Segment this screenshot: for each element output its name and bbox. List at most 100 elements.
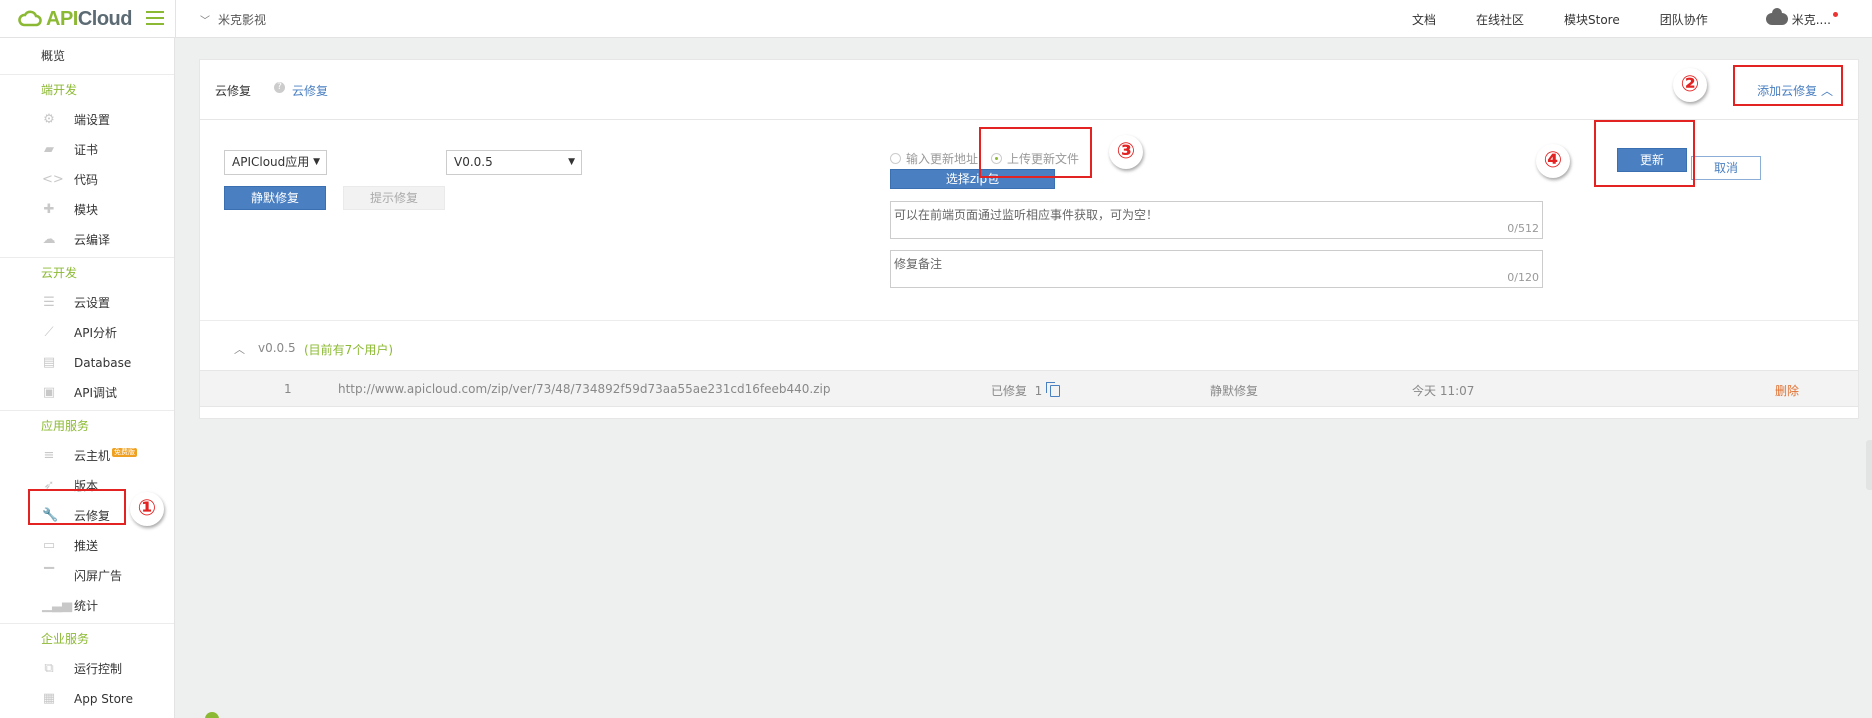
sidebar-group-enterprise: 企业服务 ⧉ 运行控制 ▦ App Store [0,624,174,716]
cloud-fix-panel: 云修复 ? 云修复 添加云修复 ︿ APICloud应用 ▼ V0.0.5 ▼ 静默… [199,59,1859,419]
sidebar-item-label: 统计 [74,599,99,613]
sidebar-item-splash-ads[interactable]: ▔ 闪屏广告 [0,561,174,591]
sidebar-item-cloud-host[interactable]: ≡ 云主机 免费版 [0,441,174,471]
sidebar-group-cloud: 云开发 ☰ 云设置 ⟋ API分析 ▤ Database ▣ API调试 [0,258,174,411]
billboard-icon: ▔ [44,568,54,583]
sidebar-item-cloud-compile[interactable]: ☁ 云编译 [0,225,174,255]
fix-time: 今天 11:07 [1412,384,1475,398]
radio-circle [890,153,901,164]
radio-label: 输入更新地址 [906,152,979,166]
sidebar-item-label: 云主机 [74,449,111,463]
nav-module-store[interactable]: 模块Store [1564,11,1620,28]
delete-link[interactable]: 删除 [1775,382,1799,399]
sidebar-item-database[interactable]: ▤ Database [0,348,174,378]
sidebar-item-stats[interactable]: ▁▃▅ 统计 [0,591,174,621]
copy-icon[interactable] [1046,382,1061,397]
debug-icon: ▣ [42,385,56,400]
sidebar-group-title: 端开发 [41,83,78,97]
sidebar-group-client: 端开发 ⚙ 端设置 ▰ 证书 <> 代码 ✚ 模块 ☁ 云编译 [0,75,174,258]
page-title: 云修复 [215,84,252,98]
help-link[interactable]: 云修复 [292,82,328,99]
nav-team[interactable]: 团队协作 [1660,11,1708,28]
app-switcher[interactable]: ﹀ 米克影视 [200,11,266,28]
cancel-button[interactable]: 取消 [1691,156,1761,180]
version-user-count: (目前有7个用户) [304,343,393,357]
description-counter: 0/512 [1507,222,1539,235]
user-menu[interactable]: 米克.... [1765,8,1838,28]
sidebar-group-title: 企业服务 [41,632,90,646]
description-placeholder: 可以在前端页面通过监听相应事件获取，可为空！ [894,208,1159,222]
app-name: 米克影视 [218,13,267,27]
caret-down-icon: ▼ [313,157,320,167]
chevron-down-icon: ﹀ [200,16,210,27]
database-icon: ▤ [42,355,56,370]
code-icon: <> [42,172,64,187]
user-cloud-icon [1765,8,1788,25]
cloud-icon: ☁ [42,232,56,247]
note-textarea[interactable]: 修复备注 0/120 [890,250,1543,288]
sidebar-item-code[interactable]: <> 代码 [0,165,174,195]
note-counter: 0/120 [1507,271,1539,284]
nav-docs[interactable]: 文档 [1412,11,1436,28]
sidebar-item-overview[interactable]: 概览 [0,38,174,75]
sidebar-item-modules[interactable]: ✚ 模块 [0,195,174,225]
sidebar-item-label: API分析 [74,326,117,340]
radio-update-url[interactable]: 输入更新地址 [890,150,978,167]
notification-dot [1833,11,1838,17]
sidebar-item-label: 模块 [74,203,99,217]
version-group-header[interactable]: ︿ v0.0.5 (目前有7个用户) [200,320,1858,370]
annotation-box-3 [979,127,1092,178]
apicloud-logo[interactable]: APICloud [18,7,133,30]
free-badge: 免费版 [112,448,138,457]
sidebar-item-client-settings[interactable]: ⚙ 端设置 [0,105,174,135]
sidebar-group-title: 云开发 [41,266,78,280]
prompt-fix-button[interactable]: 提示修复 [343,186,445,210]
fix-count: 1 [1034,384,1043,398]
sidebar-item-label: 代码 [74,173,99,187]
fix-type: 静默修复 [1210,384,1259,398]
annotation-callout-4: ④ [1536,144,1570,178]
push-icon: ▭ [42,538,56,553]
note-placeholder: 修复备注 [894,257,943,271]
sidebar-item-api-debug[interactable]: ▣ API调试 [0,378,174,408]
fix-status-label: 已修复 [991,384,1028,398]
nav-community[interactable]: 在线社区 [1476,11,1524,28]
sidebar-item-label: 运行控制 [74,662,123,676]
brand-name: APICloud [46,7,133,30]
menu-toggle-icon[interactable] [146,11,164,25]
chevron-up-icon[interactable]: ︿ [234,341,245,357]
silent-fix-button[interactable]: 静默修复 [224,186,326,210]
user-name: 米克.... [1791,12,1831,27]
sidebar-item-label: 云编译 [74,233,111,247]
sidebar-group-title: 应用服务 [41,419,90,433]
sidebar-item-cloud-settings[interactable]: ☰ 云设置 [0,288,174,318]
top-bar: APICloud ﹀ 米克影视 文档 在线社区 模块Store 团队协作 米克.… [0,0,1872,38]
sidebar-item-app-store[interactable]: ▦ App Store [0,684,174,714]
help-bubble-icon[interactable] [205,712,219,718]
description-textarea[interactable]: 可以在前端页面通过监听相应事件获取，可为空！ 0/512 [890,201,1543,239]
annotation-callout-3: ③ [1109,135,1143,169]
sidebar-item-label: 云设置 [74,296,111,310]
annotation-box-2 [1733,65,1843,106]
sliders-icon: ☰ [43,295,55,310]
sidebar-item-label: 端设置 [74,113,111,127]
fix-url: http://www.apicloud.com/zip/ver/73/48/73… [338,382,831,396]
version-select[interactable]: V0.0.5 ▼ [446,150,582,175]
sidebar-item-certificate[interactable]: ▰ 证书 [0,135,174,165]
sidebar-item-label: 证书 [74,143,99,157]
sidebar-item-push[interactable]: ▭ 推送 [0,531,174,561]
sidebar: 概览 端开发 ⚙ 端设置 ▰ 证书 <> 代码 ✚ 模块 ☁ 云编译 云开发 ☰ 云设置 ⟋… [0,38,175,718]
sidebar-item-run-control[interactable]: ⧉ 运行控制 [0,654,174,684]
sidebar-item-label: Database [74,356,132,370]
top-nav: 文档 在线社区 模块Store 团队协作 米克.... [1372,0,1872,38]
chart-icon: ⟋ [44,325,54,340]
scrollbar-handle[interactable] [1866,440,1872,490]
store-icon: ▦ [42,691,56,706]
question-icon[interactable]: ? [274,82,285,93]
app-type-select[interactable]: APICloud应用 ▼ [224,150,327,175]
panel-header: 云修复 ? 云修复 添加云修复 ︿ [200,60,1858,120]
sidebar-item-label: 推送 [74,539,99,553]
annotation-callout-1: ① [130,492,164,526]
puzzle-icon: ✚ [43,202,55,217]
sidebar-item-api-analysis[interactable]: ⟋ API分析 [0,318,174,348]
